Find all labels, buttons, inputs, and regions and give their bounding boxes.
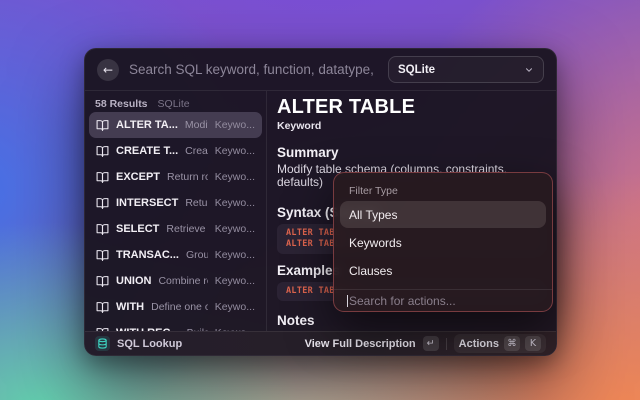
book-open-icon [96,223,109,236]
book-open-icon [96,119,109,132]
list-item-subtitle: Retrieve colu... [166,223,207,235]
results-count: 58 Results [95,98,148,110]
list-item-type: Keywo... [215,275,255,287]
list-item-type: Keywo... [215,145,255,157]
actions-search [334,289,552,311]
list-item-title: TRANSAC... [116,249,179,261]
back-button[interactable]: ← [97,59,119,81]
engine-dropdown-value: SQLite [398,64,435,76]
actions-search-input[interactable] [349,294,539,308]
list-item-subtitle: Return ro... [185,197,207,209]
list-item-type: Keywo... [215,197,255,209]
list-item[interactable]: ALTER TA... Modify ta... Keywo... [89,112,262,138]
list-item[interactable]: EXCEPT Return rows f... Keywo... [89,164,262,190]
list-item-type: Keywo... [215,223,255,235]
list-item-subtitle: Group st... [186,249,208,261]
engine-dropdown[interactable]: SQLite [388,56,544,83]
results-engine-label: SQLite [158,98,190,110]
database-icon [95,336,110,351]
filter-option-label: All Types [349,208,397,222]
enter-key-icon: ↵ [423,336,439,351]
book-open-icon [96,171,109,184]
results-header: 58 Results SQLite [89,96,262,112]
filter-option-label: Clauses [349,264,392,278]
text-caret [347,295,348,307]
list-item-type: Keywo... [215,301,255,313]
book-open-icon [96,145,109,158]
book-open-icon [96,275,109,288]
k-key-icon: K [525,336,541,351]
type-badge: Keyword [277,120,544,132]
chevron-down-icon [524,65,534,75]
list-item-title: SELECT [116,223,159,235]
filter-option[interactable]: Clauses [340,257,546,284]
results-list: ALTER TA... Modify ta... Keywo... CREATE… [89,112,262,331]
actions-button[interactable]: Actions ⌘ K [454,334,546,353]
list-item[interactable]: INTERSECT Return ro... Keywo... [89,190,262,216]
popup-section-label: Filter Type [340,173,546,201]
list-item-title: EXCEPT [116,171,160,183]
list-item-type: Keywo... [215,249,255,261]
notes-heading: Notes [277,314,544,328]
book-open-icon [96,197,109,210]
footer-actions: View Full Description ↵ Actions ⌘ K [305,334,546,353]
primary-action-button[interactable]: View Full Description [305,338,416,350]
list-item-subtitle: Combine resul... [158,275,207,287]
cmd-key-icon: ⌘ [504,336,520,351]
list-item-title: ALTER TA... [116,119,178,131]
filter-type-popup: Filter Type All Types Keywords Clauses [333,172,553,312]
list-item-subtitle: Create a... [185,145,208,157]
list-item-subtitle: Modify ta... [185,119,208,131]
page-title: ALTER TABLE [277,96,544,118]
search-bar: ← SQLite [85,49,556,91]
list-item[interactable]: WITH REC... Build rec... Keywo... [89,320,262,331]
filter-option[interactable]: Keywords [340,229,546,256]
list-item-title: WITH [116,301,144,313]
filter-option-label: Keywords [349,236,402,250]
list-item-type: Keywo... [215,171,255,183]
list-item-title: CREATE T... [116,145,178,157]
list-item-subtitle: Return rows f... [167,171,208,183]
search-input[interactable] [129,62,378,77]
results-sidebar: 58 Results SQLite ALTER TA... Modify [85,91,267,331]
list-item[interactable]: TRANSAC... Group st... Keywo... [89,242,262,268]
book-open-icon [96,249,109,262]
book-open-icon [96,301,109,314]
list-item[interactable]: SELECT Retrieve colu... Keywo... [89,216,262,242]
list-item-title: INTERSECT [116,197,178,209]
footer-bar: SQL Lookup View Full Description ↵ Actio… [85,331,556,355]
list-item[interactable]: CREATE T... Create a... Keywo... [89,138,262,164]
filter-option[interactable]: All Types [340,201,546,228]
actions-label: Actions [459,338,499,350]
list-item[interactable]: WITH Define one or m... Keywo... [89,294,262,320]
list-item-type: Keywo... [215,119,255,131]
arrow-left-icon: ← [103,63,113,77]
list-item[interactable]: UNION Combine resul... Keywo... [89,268,262,294]
list-item-subtitle: Define one or m... [151,301,208,313]
filter-options-list: All Types Keywords Clauses [340,201,546,284]
footer-divider [446,338,447,350]
app-name: SQL Lookup [117,338,182,350]
list-item-title: UNION [116,275,151,287]
summary-heading: Summary [277,146,544,160]
